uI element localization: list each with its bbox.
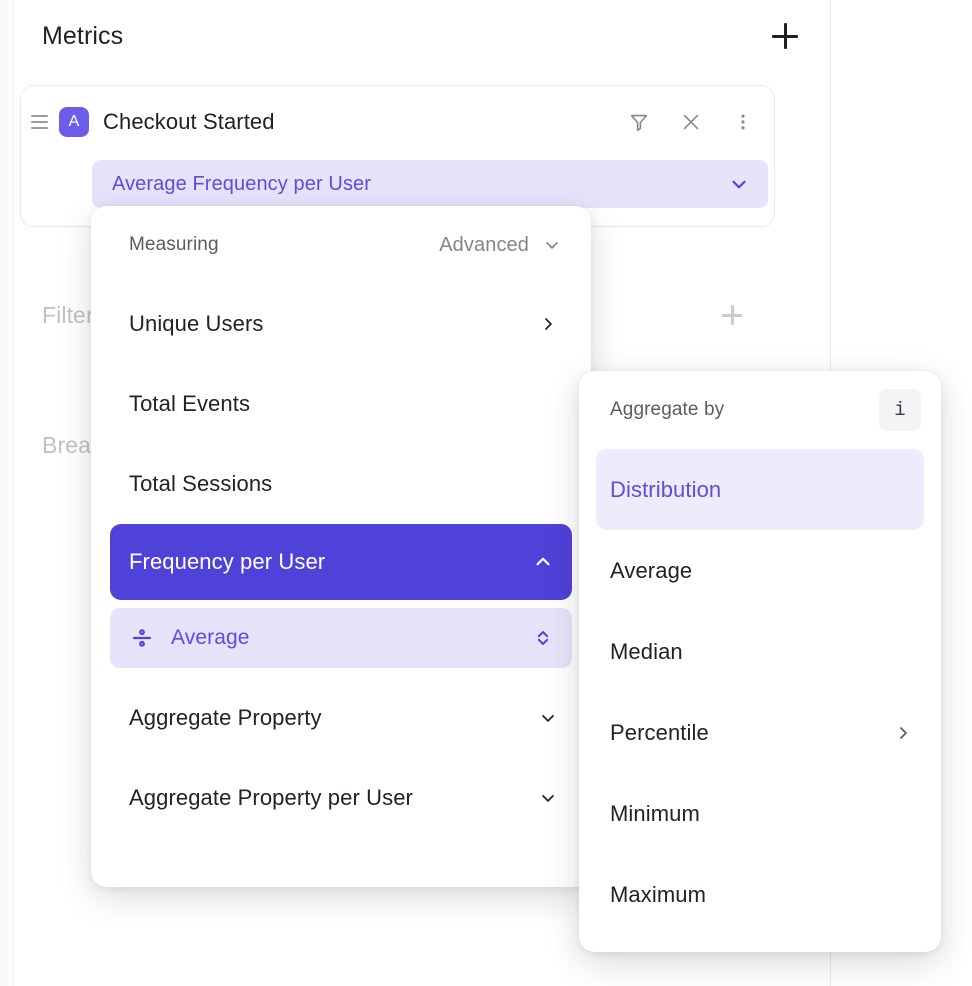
measure-pill[interactable]: Average Frequency per User — [92, 160, 768, 208]
measuring-mode-selector[interactable]: Advanced — [439, 234, 562, 257]
aggregate-item-label: Distribution — [610, 477, 721, 503]
chevron-right-icon — [538, 314, 558, 334]
menu-item-aggregate-property-per-user[interactable]: Aggregate Property per User — [91, 758, 591, 838]
menu-item-label: Total Events — [129, 391, 250, 417]
metric-event-name[interactable]: Checkout Started — [103, 109, 275, 135]
aggregate-item-label: Median — [610, 639, 683, 665]
add-metric-button[interactable] — [768, 19, 802, 53]
suboption-average[interactable]: Average — [110, 608, 572, 668]
more-vertical-icon[interactable] — [730, 109, 756, 135]
menu-item-total-events[interactable]: Total Events — [91, 364, 591, 444]
aggregate-item-percentile[interactable]: Percentile — [579, 692, 941, 773]
aggregate-item-median[interactable]: Median — [579, 611, 941, 692]
measuring-label: Measuring — [129, 234, 219, 256]
menu-item-total-sessions[interactable]: Total Sessions — [91, 444, 591, 524]
aggregate-item-average[interactable]: Average — [579, 530, 941, 611]
page-title: Metrics — [42, 22, 123, 51]
info-icon-label: i — [894, 399, 905, 421]
menu-item-label: Aggregate Property — [129, 705, 322, 731]
measuring-mode-label: Advanced — [439, 234, 529, 257]
filter-icon[interactable] — [626, 109, 652, 135]
chevron-right-icon — [893, 723, 913, 743]
close-icon[interactable] — [678, 109, 704, 135]
aggregate-item-maximum[interactable]: Maximum — [579, 854, 941, 935]
aggregate-item-label: Average — [610, 558, 692, 584]
metric-card-header: A Checkout Started — [21, 86, 774, 158]
aggregate-item-label: Percentile — [610, 720, 709, 746]
app-root: Metrics Filters Breakdown A Checkout Sta… — [0, 0, 972, 986]
measuring-menu: Measuring Advanced Unique Users Total Ev… — [91, 206, 591, 887]
chevron-down-icon — [728, 173, 750, 195]
aggregate-item-label: Minimum — [610, 801, 700, 827]
measuring-menu-header: Measuring Advanced — [91, 206, 591, 284]
info-icon[interactable]: i — [879, 389, 921, 431]
metric-letter-badge: A — [59, 107, 89, 137]
suboption-label: Average — [171, 626, 250, 650]
drag-handle-icon[interactable] — [31, 111, 53, 133]
aggregate-item-minimum[interactable]: Minimum — [579, 773, 941, 854]
menu-item-label: Unique Users — [129, 311, 263, 337]
menu-item-unique-users[interactable]: Unique Users — [91, 284, 591, 364]
chevron-down-icon — [542, 235, 562, 255]
aggregate-by-menu: Aggregate by i Distribution Average Medi… — [579, 371, 941, 952]
aggregate-item-label: Maximum — [610, 882, 706, 908]
chevron-down-icon — [538, 788, 558, 808]
menu-item-label: Total Sessions — [129, 471, 272, 497]
left-rail — [0, 0, 14, 986]
menu-item-aggregate-property[interactable]: Aggregate Property — [91, 678, 591, 758]
add-filter-button[interactable] — [722, 305, 742, 325]
stepper-updown-icon — [534, 627, 552, 649]
menu-item-frequency-per-user[interactable]: Frequency per User — [110, 524, 572, 600]
metrics-panel-header: Metrics — [14, 0, 830, 72]
menu-item-label: Frequency per User — [129, 549, 325, 575]
aggregate-by-label: Aggregate by — [610, 399, 724, 421]
chevron-up-icon — [532, 551, 554, 573]
aggregate-item-distribution[interactable]: Distribution — [596, 449, 924, 530]
aggregate-by-header: Aggregate by i — [579, 371, 941, 449]
chevron-down-icon — [538, 708, 558, 728]
metric-actions — [626, 109, 756, 135]
plus-icon — [772, 23, 798, 49]
divide-icon — [129, 625, 155, 651]
plus-icon — [722, 305, 742, 325]
measure-pill-label: Average Frequency per User — [112, 173, 371, 196]
menu-item-label: Aggregate Property per User — [129, 785, 413, 811]
